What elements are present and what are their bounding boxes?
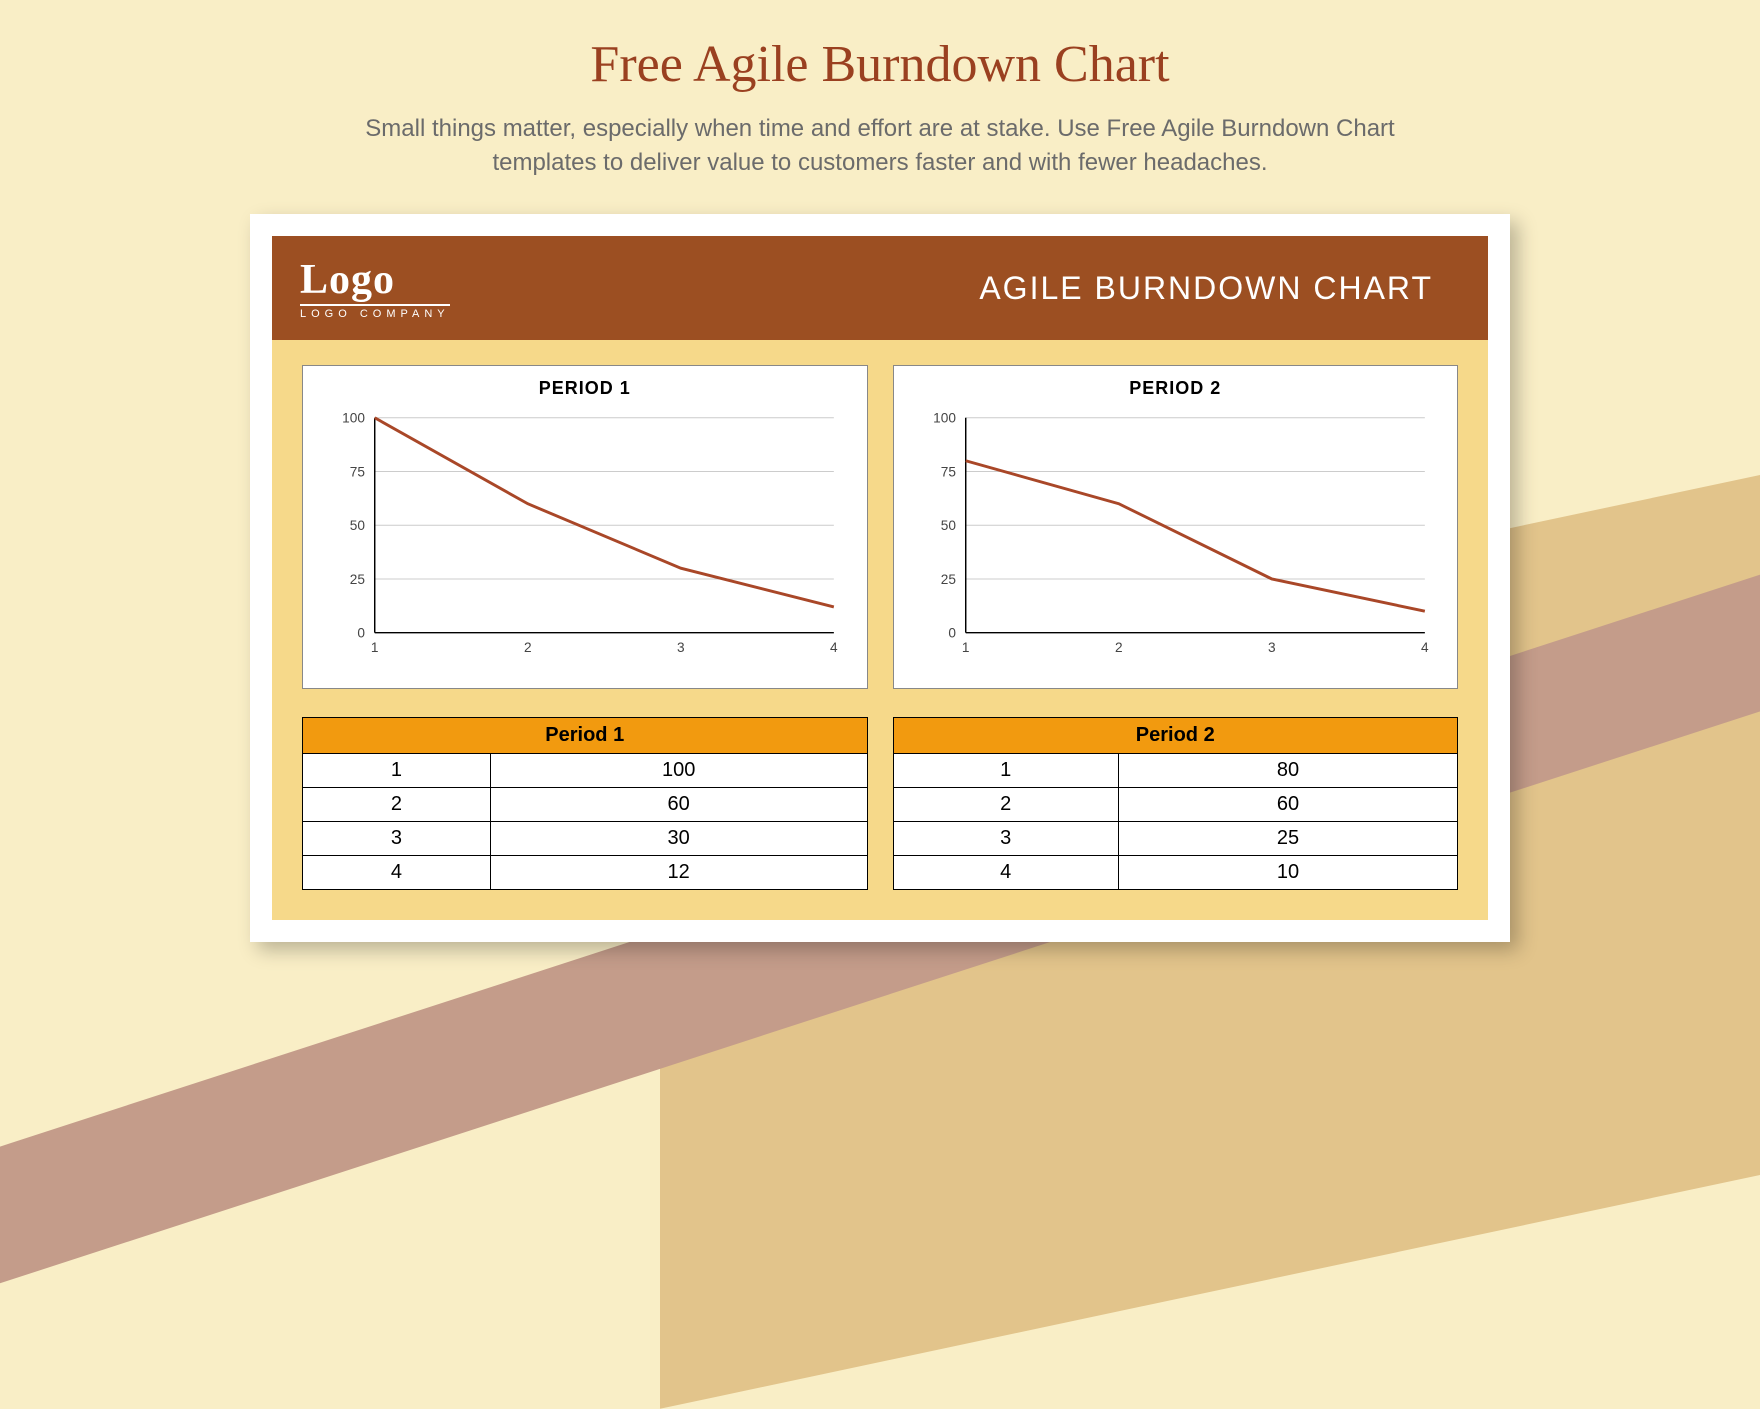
- table-row: 1100: [303, 754, 868, 788]
- table-cell-value: 10: [1118, 856, 1457, 890]
- svg-text:25: 25: [350, 572, 366, 587]
- table-cell-value: 25: [1118, 822, 1457, 856]
- table-header: Period 2: [893, 718, 1458, 754]
- svg-text:0: 0: [948, 626, 956, 641]
- table-period-2: Period 2 180260325410: [893, 717, 1459, 890]
- header-bar: Logo Logo Company AGILE BURNDOWN CHART: [272, 236, 1488, 340]
- table-header: Period 1: [303, 718, 868, 754]
- page-subtitle: Small things matter, especially when tim…: [330, 112, 1430, 179]
- table-cell-value: 80: [1118, 754, 1457, 788]
- table-cell-value: 60: [1118, 788, 1457, 822]
- table-row: 412: [303, 856, 868, 890]
- svg-text:1: 1: [371, 640, 379, 655]
- svg-text:100: 100: [342, 411, 365, 426]
- svg-text:4: 4: [830, 640, 838, 655]
- table-cell-value: 12: [490, 856, 867, 890]
- template-card: Logo Logo Company AGILE BURNDOWN CHART P…: [250, 214, 1510, 942]
- svg-text:50: 50: [940, 518, 956, 533]
- table-cell-key: 4: [303, 856, 491, 890]
- page-title: Free Agile Burndown Chart: [0, 35, 1760, 94]
- table-cell-key: 2: [893, 788, 1118, 822]
- svg-text:75: 75: [940, 465, 956, 480]
- table-cell-key: 4: [893, 856, 1118, 890]
- table-row: 410: [893, 856, 1458, 890]
- svg-text:3: 3: [1268, 640, 1276, 655]
- table-cell-value: 100: [490, 754, 867, 788]
- chart-period-1: PERIOD 1 0 25 50 75 100 1 2 3 4: [302, 365, 868, 689]
- svg-text:75: 75: [350, 465, 366, 480]
- table-cell-key: 3: [303, 822, 491, 856]
- table-row: 325: [893, 822, 1458, 856]
- table-row: 180: [893, 754, 1458, 788]
- chart-title: PERIOD 1: [321, 378, 849, 399]
- chart-period-2: PERIOD 2 0 25 50 75 100 1 2 3 4: [893, 365, 1459, 689]
- table-cell-key: 1: [893, 754, 1118, 788]
- table-cell-key: 2: [303, 788, 491, 822]
- svg-text:50: 50: [350, 518, 366, 533]
- table-cell-value: 60: [490, 788, 867, 822]
- chart-title: PERIOD 2: [912, 378, 1440, 399]
- svg-text:2: 2: [1114, 640, 1122, 655]
- logo-block: Logo Logo Company: [300, 256, 450, 320]
- svg-text:1: 1: [961, 640, 969, 655]
- svg-text:25: 25: [940, 572, 956, 587]
- svg-text:0: 0: [357, 626, 365, 641]
- svg-text:2: 2: [524, 640, 532, 655]
- table-cell-value: 30: [490, 822, 867, 856]
- chart-svg-period-2: 0 25 50 75 100 1 2 3 4: [912, 405, 1440, 665]
- table-cell-key: 3: [893, 822, 1118, 856]
- logo-text: Logo: [300, 256, 450, 304]
- logo-company: Logo Company: [300, 308, 450, 320]
- header-title: AGILE BURNDOWN CHART: [979, 270, 1433, 307]
- charts-row: PERIOD 1 0 25 50 75 100 1 2 3 4 PERIOD 2 0 25 50 75…: [302, 365, 1458, 689]
- table-row: 330: [303, 822, 868, 856]
- table-row: 260: [893, 788, 1458, 822]
- chart-svg-period-1: 0 25 50 75 100 1 2 3 4: [321, 405, 849, 665]
- svg-text:3: 3: [677, 640, 685, 655]
- svg-text:100: 100: [933, 411, 956, 426]
- table-row: 260: [303, 788, 868, 822]
- table-period-1: Period 1 1100260330412: [302, 717, 868, 890]
- svg-text:4: 4: [1421, 640, 1429, 655]
- tables-row: Period 1 1100260330412 Period 2 18026032…: [302, 717, 1458, 890]
- content-area: PERIOD 1 02550751001234 PERIOD 2 0255075…: [272, 340, 1488, 920]
- table-cell-key: 1: [303, 754, 491, 788]
